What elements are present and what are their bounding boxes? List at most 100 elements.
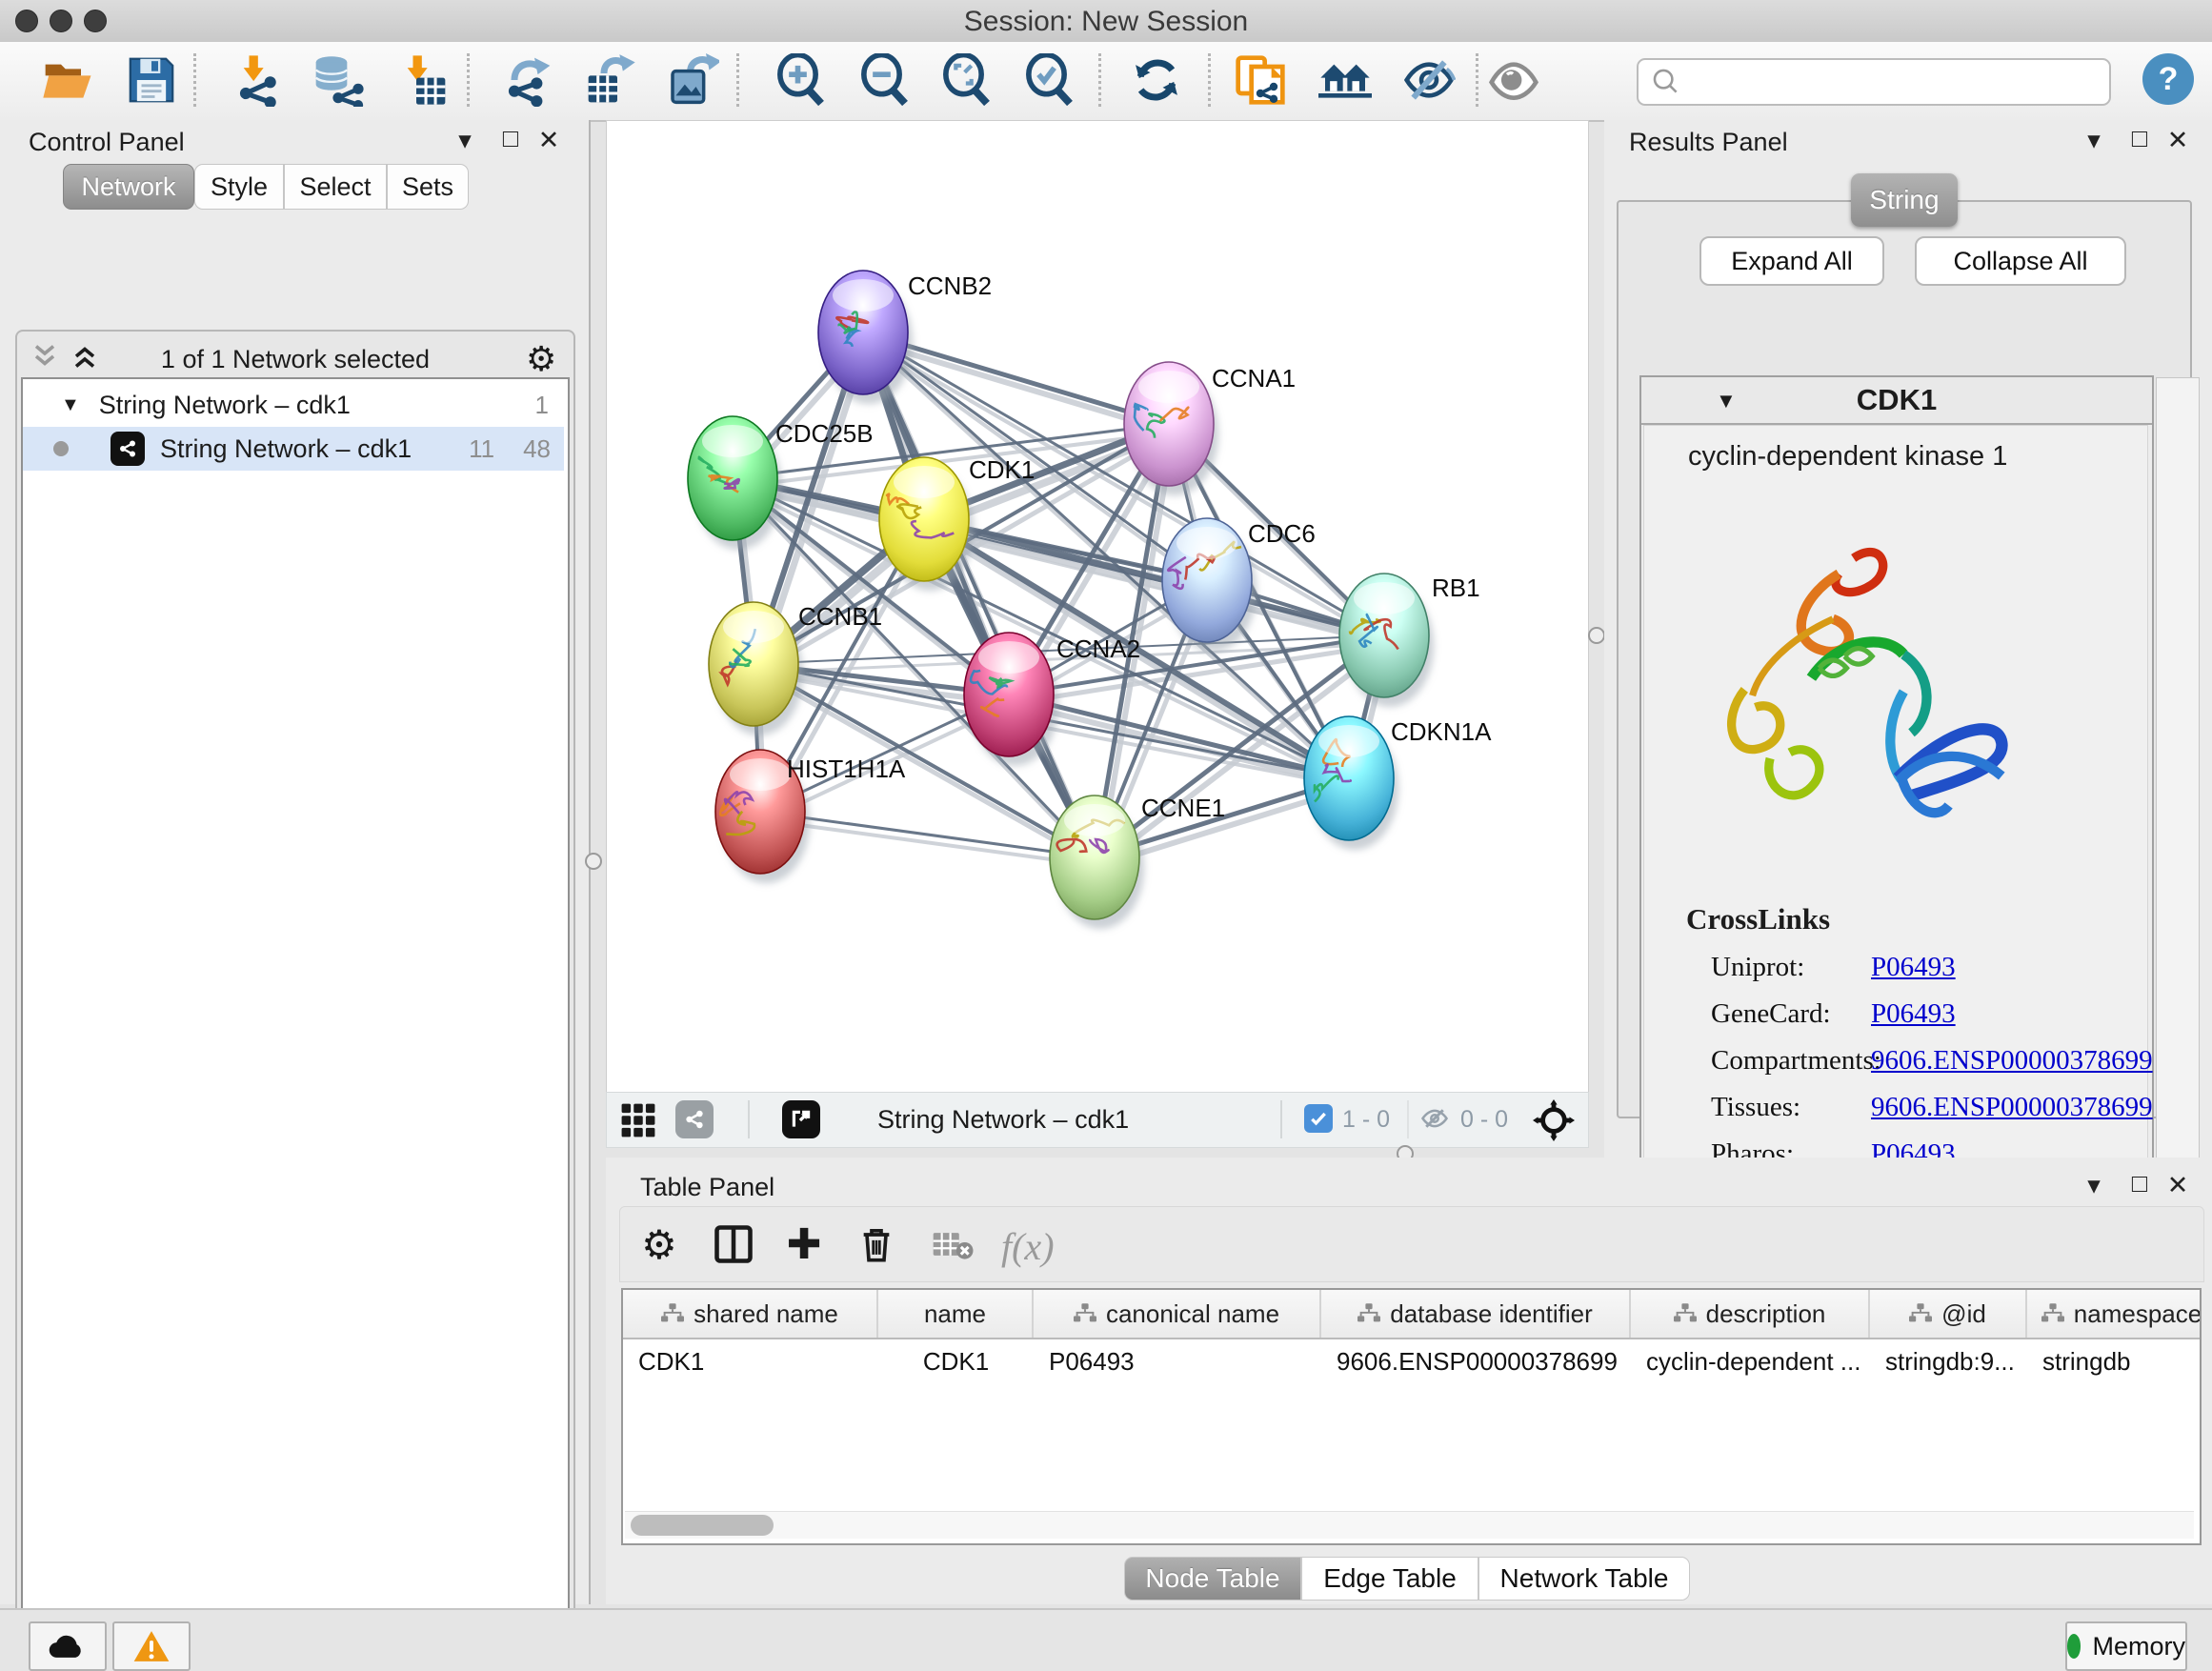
float-panel-icon[interactable]: □ xyxy=(2122,1169,2157,1198)
hide-glass-eye-icon[interactable] xyxy=(1401,52,1457,108)
close-panel-icon[interactable]: ✕ xyxy=(532,126,566,155)
selected-checkbox-icon[interactable] xyxy=(1304,1104,1333,1133)
function-builder-fx-icon[interactable]: f(x) xyxy=(1001,1224,1055,1269)
right-splitter-handle[interactable] xyxy=(1588,627,1605,644)
crosslink-label: GeneCard: xyxy=(1711,998,1871,1030)
column-header-canonical-name[interactable]: canonical name xyxy=(1034,1290,1321,1338)
close-panel-icon[interactable]: ✕ xyxy=(2161,1171,2195,1200)
table-horizontal-scrollbar[interactable] xyxy=(625,1511,2194,1539)
genecard-link[interactable]: P06493 xyxy=(1871,998,2153,1030)
tab-sets[interactable]: Sets xyxy=(387,164,469,210)
scrollbar-thumb[interactable] xyxy=(631,1515,774,1536)
help-icon[interactable]: ? xyxy=(2142,53,2194,105)
export-table-icon[interactable] xyxy=(583,52,638,108)
network-collection-row[interactable]: ▼ String Network – cdk1 1 xyxy=(23,383,564,427)
tab-select[interactable]: Select xyxy=(284,164,387,210)
export-image-icon[interactable] xyxy=(665,52,720,108)
warning-status-button[interactable] xyxy=(112,1621,191,1671)
save-session-icon[interactable] xyxy=(124,52,179,108)
table-settings-gear-icon[interactable]: ⚙ xyxy=(635,1220,683,1268)
uniprot-link[interactable]: P06493 xyxy=(1871,952,2153,983)
tab-style[interactable]: Style xyxy=(194,164,284,210)
zoom-fit-icon[interactable] xyxy=(939,52,995,108)
open-in-new-window-icon[interactable] xyxy=(782,1100,820,1138)
cytoscape-window: Session: New Session xyxy=(0,0,2212,1671)
network-options-gear-icon[interactable]: ⚙ xyxy=(526,339,556,379)
search-input[interactable] xyxy=(1690,62,2109,102)
network-row-selected[interactable]: String Network – cdk1 11 48 xyxy=(23,427,564,471)
center-view-crosshair-icon[interactable] xyxy=(1533,1099,1575,1141)
column-header-database-identifier[interactable]: database identifier xyxy=(1321,1290,1631,1338)
hidden-eye-slash-icon[interactable] xyxy=(1418,1104,1451,1133)
delete-column-trash-icon[interactable] xyxy=(853,1220,900,1268)
table-cell[interactable]: CDK1 xyxy=(623,1347,878,1377)
eye-icon[interactable] xyxy=(1486,52,1541,108)
protein-name: CDK1 xyxy=(1857,383,1937,417)
table-cell[interactable]: stringdb xyxy=(2027,1347,2202,1377)
results-scrollbar[interactable] xyxy=(2156,377,2200,1185)
table-cell[interactable]: P06493 xyxy=(1034,1347,1321,1377)
column-header-name[interactable]: name xyxy=(878,1290,1034,1338)
table-row[interactable]: CDK1CDK1P064939606.ENSP00000378699cyclin… xyxy=(623,1339,2200,1383)
birdseye-grid-icon[interactable] xyxy=(620,1102,656,1138)
table-cell[interactable]: stringdb:9... xyxy=(1870,1347,2027,1377)
memory-status-dot-icon xyxy=(2067,1634,2081,1659)
open-session-icon[interactable] xyxy=(40,52,95,108)
protein-structure-image xyxy=(1701,531,2025,855)
node-label: CDC25B xyxy=(775,419,874,448)
column-header--id[interactable]: @id xyxy=(1870,1290,2027,1338)
selected-counts: 1 - 0 xyxy=(1342,1106,1390,1134)
network-canvas[interactable]: CCNB2 CCNA1 CDC25B CDK1 CDC6 xyxy=(606,120,1589,1094)
tissues-link[interactable]: 9606.ENSP00000378699 xyxy=(1871,1092,2153,1123)
string-home-icon[interactable] xyxy=(1317,52,1373,108)
tab-node-table[interactable]: Node Table xyxy=(1124,1557,1301,1601)
show-columns-icon[interactable] xyxy=(710,1220,757,1268)
close-panel-icon[interactable]: ✕ xyxy=(2161,126,2195,155)
cloud-status-button[interactable] xyxy=(29,1621,107,1671)
tree-expanded-icon[interactable]: ▼ xyxy=(61,394,80,416)
protein-card-header[interactable]: ▼ CDK1 xyxy=(1641,377,2152,425)
import-table-icon[interactable] xyxy=(395,52,451,108)
string-view-icon[interactable] xyxy=(675,1100,714,1138)
import-network-from-database-icon[interactable] xyxy=(311,52,366,108)
toolbar-separator xyxy=(193,53,196,107)
collapse-all-button[interactable]: Collapse All xyxy=(1915,236,2126,286)
node-label: RB1 xyxy=(1432,574,1480,602)
duplicate-network-icon[interactable] xyxy=(1233,52,1288,108)
tab-edge-table[interactable]: Edge Table xyxy=(1301,1557,1478,1601)
import-network-icon[interactable] xyxy=(231,52,287,108)
node-label: CDK1 xyxy=(969,455,1035,484)
network-node-count: 11 xyxy=(469,434,494,464)
float-panel-icon[interactable]: □ xyxy=(2122,124,2157,153)
column-header-shared-name[interactable]: shared name xyxy=(623,1290,878,1338)
table-cell[interactable]: cyclin-dependent ... xyxy=(1631,1347,1870,1377)
toolbar-separator xyxy=(1476,53,1478,107)
node-label: CDC6 xyxy=(1248,519,1316,548)
zoom-out-icon[interactable] xyxy=(857,52,913,108)
panel-menu-icon[interactable]: ▾ xyxy=(448,126,482,155)
delete-table-icon[interactable] xyxy=(929,1220,976,1268)
collapse-entry-icon[interactable]: ▼ xyxy=(1716,389,1737,413)
export-network-icon[interactable] xyxy=(500,52,555,108)
panel-menu-icon[interactable]: ▾ xyxy=(2077,126,2111,155)
tab-network-table[interactable]: Network Table xyxy=(1478,1557,1690,1601)
node-label: CCNA1 xyxy=(1212,364,1296,393)
expand-all-button[interactable]: Expand All xyxy=(1699,236,1884,286)
tab-string[interactable]: String xyxy=(1851,173,1958,227)
node-table: shared namenamecanonical namedatabase id… xyxy=(621,1288,2202,1545)
panel-menu-icon[interactable]: ▾ xyxy=(2077,1171,2111,1200)
refresh-icon[interactable] xyxy=(1129,52,1184,108)
left-splitter-handle[interactable] xyxy=(585,853,602,870)
float-panel-icon[interactable]: □ xyxy=(493,124,528,153)
column-header-description[interactable]: description xyxy=(1631,1290,1870,1338)
zoom-selected-icon[interactable] xyxy=(1022,52,1077,108)
zoom-in-icon[interactable] xyxy=(774,52,829,108)
network-edge-count: 48 xyxy=(523,434,551,464)
table-cell[interactable]: CDK1 xyxy=(878,1347,1034,1377)
table-cell[interactable]: 9606.ENSP00000378699 xyxy=(1321,1347,1631,1377)
compartments-link[interactable]: 9606.ENSP00000378699 xyxy=(1871,1045,2153,1077)
create-column-plus-icon[interactable]: ✚ xyxy=(780,1220,828,1268)
memory-button[interactable]: Memory xyxy=(2065,1621,2187,1671)
column-header-namespace[interactable]: namespace xyxy=(2027,1290,2202,1338)
tab-network[interactable]: Network xyxy=(63,164,194,210)
